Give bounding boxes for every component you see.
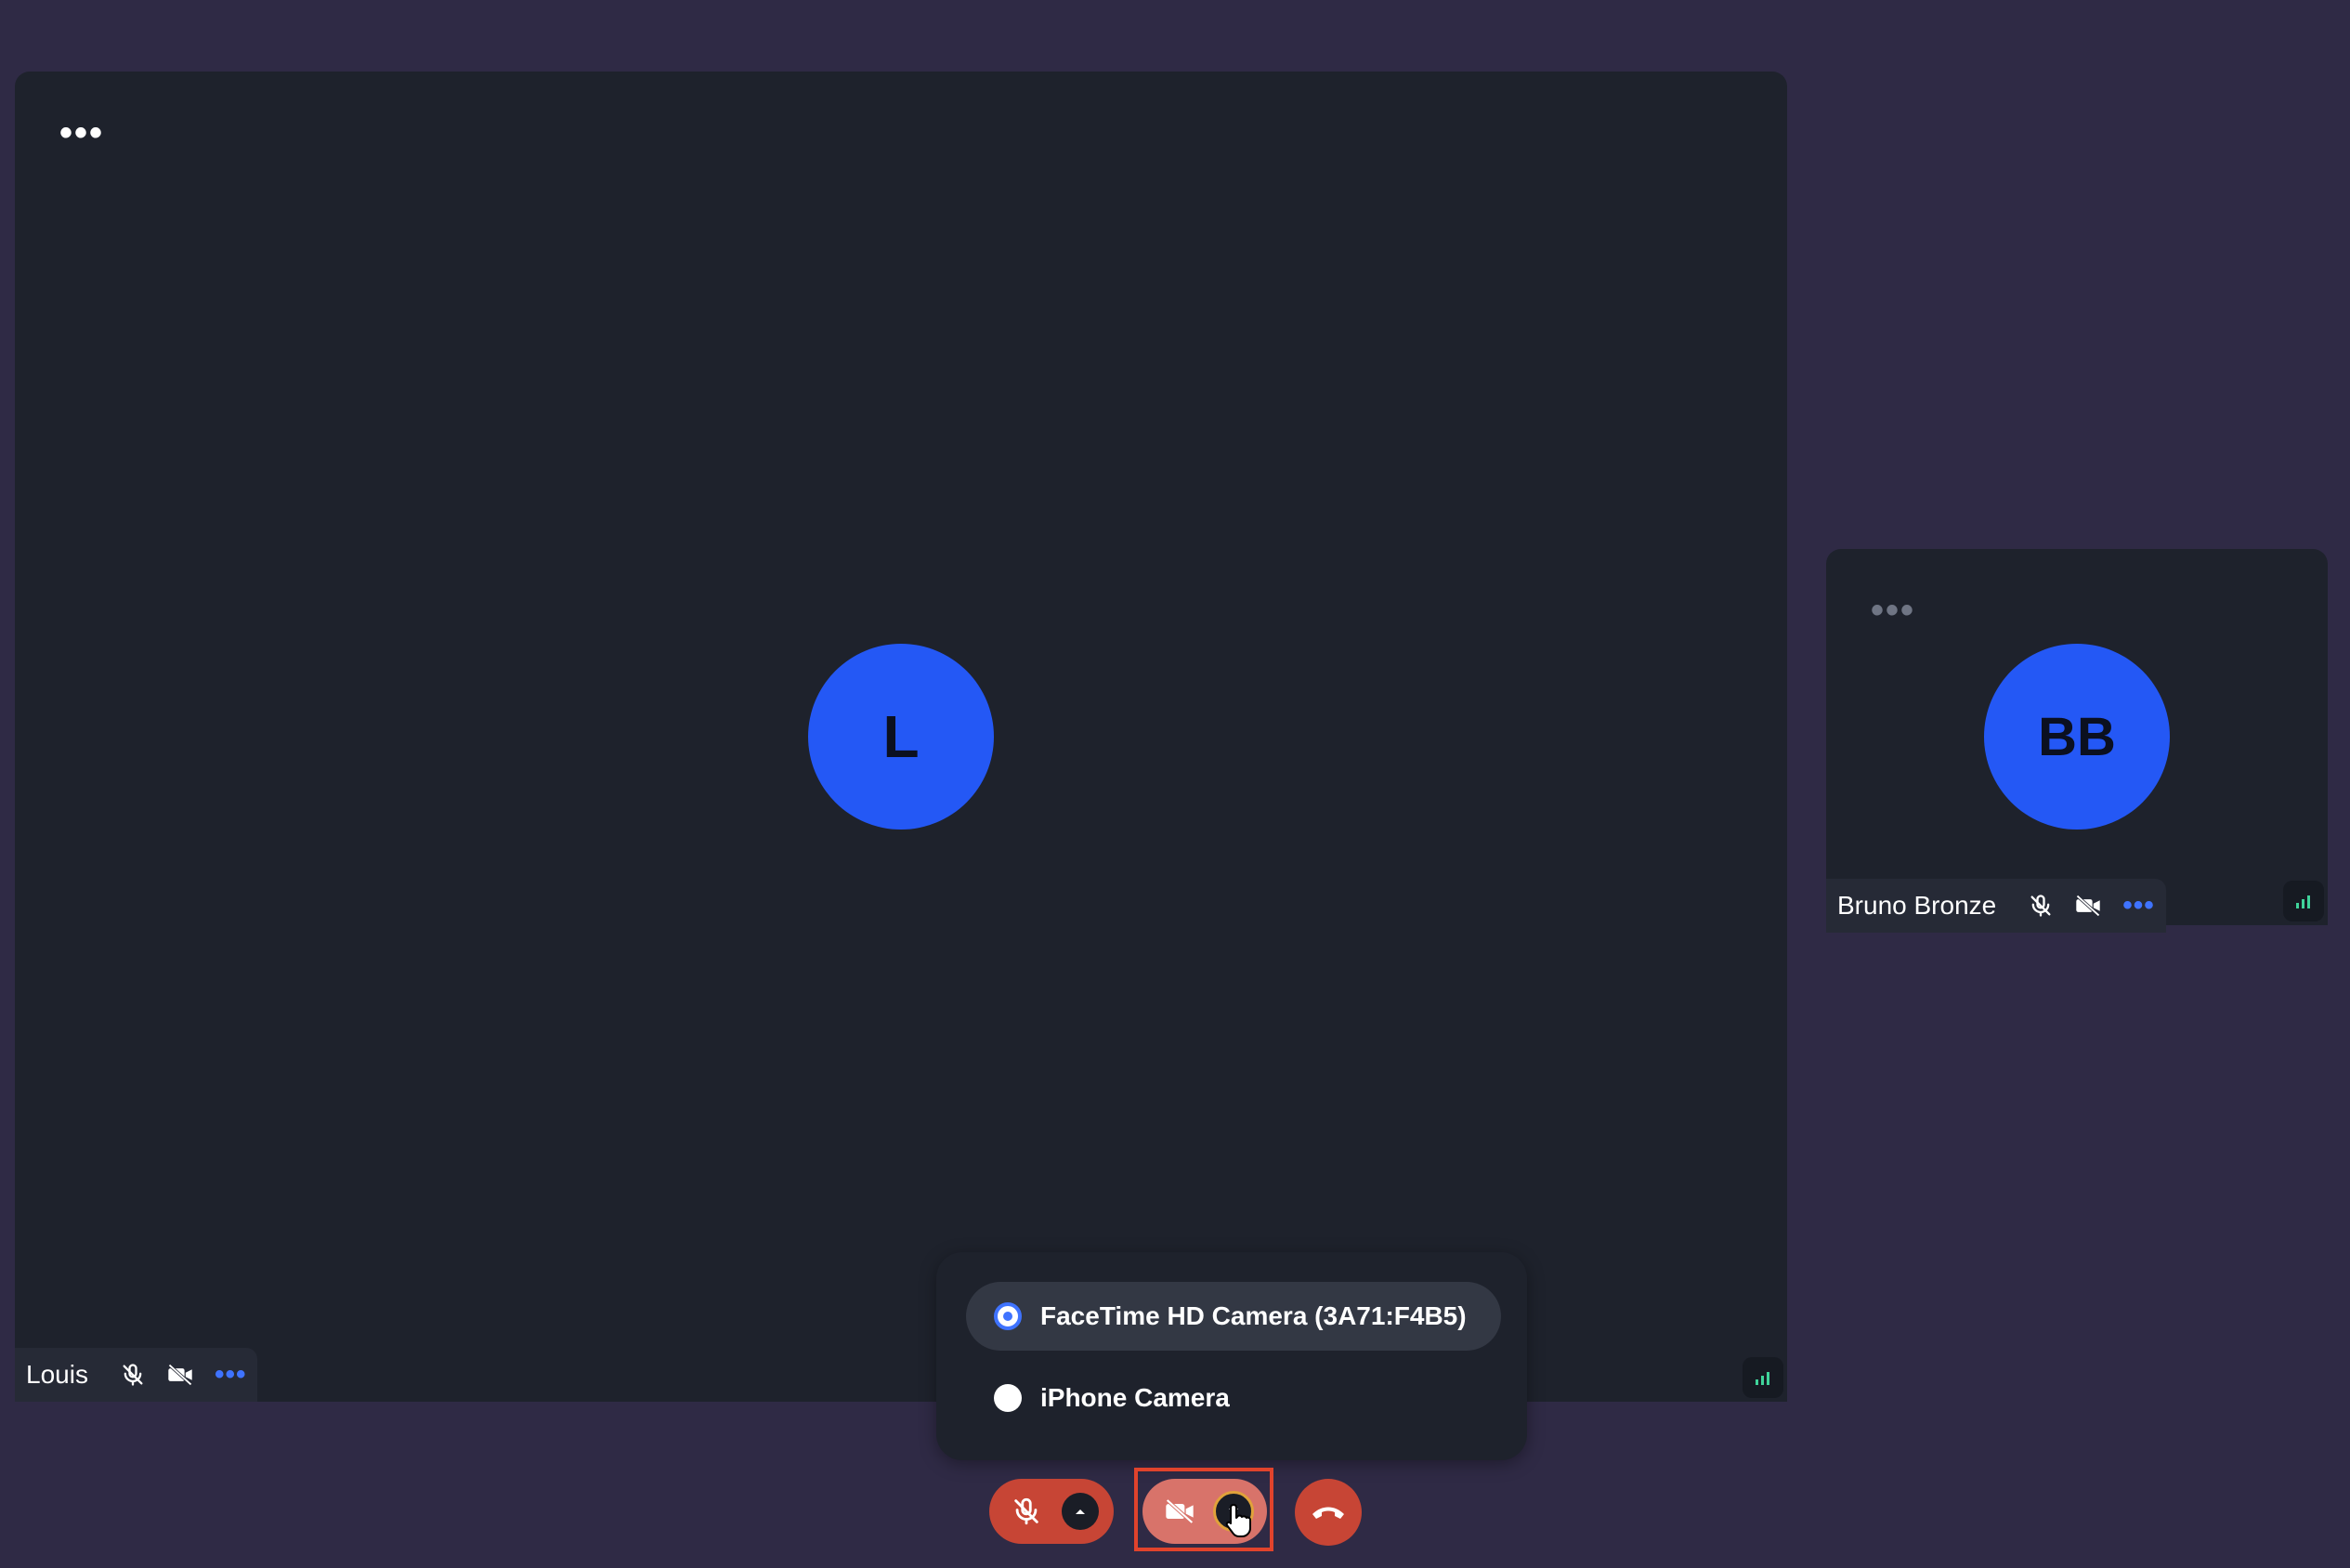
participant-name: Bruno Bronze: [1837, 891, 1997, 920]
leave-call-button[interactable]: [1295, 1479, 1362, 1546]
mic-off-icon: [2028, 893, 2054, 919]
tile-menu-button[interactable]: •••: [52, 107, 111, 159]
camera-toggle-button[interactable]: [1155, 1487, 1204, 1535]
camera-off-icon: [1166, 1498, 1194, 1524]
mic-control-group: [989, 1479, 1114, 1544]
radio-selected-icon: [994, 1302, 1022, 1330]
camera-device-menu: FaceTime HD Camera (3A71:F4B5) iPhone Ca…: [936, 1252, 1527, 1460]
hand-cursor-icon: [1224, 1503, 1252, 1543]
tile-menu-button[interactable]: •••: [1863, 584, 1923, 636]
signal-bars-icon: [1743, 1357, 1783, 1398]
mic-off-icon: [1014, 1497, 1038, 1525]
avatar: L: [808, 644, 994, 830]
avatar: BB: [1984, 644, 2170, 830]
camera-option-label: iPhone Camera: [1040, 1383, 1230, 1412]
mic-toggle-button[interactable]: [1002, 1487, 1051, 1535]
camera-off-icon: [166, 1362, 194, 1388]
participant-menu-button[interactable]: •••: [2122, 892, 2155, 920]
camera-option-facetime[interactable]: FaceTime HD Camera (3A71:F4B5): [966, 1282, 1501, 1351]
more-icon: •••: [59, 112, 104, 153]
mic-off-icon: [120, 1362, 146, 1388]
participant-name-tag: Bruno Bronze •••: [1826, 879, 2166, 933]
camera-option-iphone[interactable]: iPhone Camera: [966, 1364, 1258, 1432]
more-icon: •••: [1870, 590, 1915, 631]
camera-option-label: FaceTime HD Camera (3A71:F4B5): [1040, 1301, 1467, 1330]
participant-menu-button[interactable]: •••: [215, 1361, 247, 1389]
chevron-up-icon: [1076, 1509, 1085, 1514]
radio-unselected-icon: [994, 1384, 1022, 1412]
participant-tile-louis: ••• L Louis •••: [15, 72, 1787, 1402]
participant-name-tag: Louis •••: [15, 1348, 258, 1402]
phone-hangup-icon: [1312, 1507, 1344, 1519]
camera-off-icon: [2074, 893, 2102, 919]
signal-bars-icon: [2283, 881, 2324, 921]
participant-tile-bruno: ••• BB Bruno Bronze •••: [1826, 549, 2328, 933]
participant-name: Louis: [26, 1360, 88, 1389]
mic-options-button[interactable]: [1062, 1493, 1099, 1530]
